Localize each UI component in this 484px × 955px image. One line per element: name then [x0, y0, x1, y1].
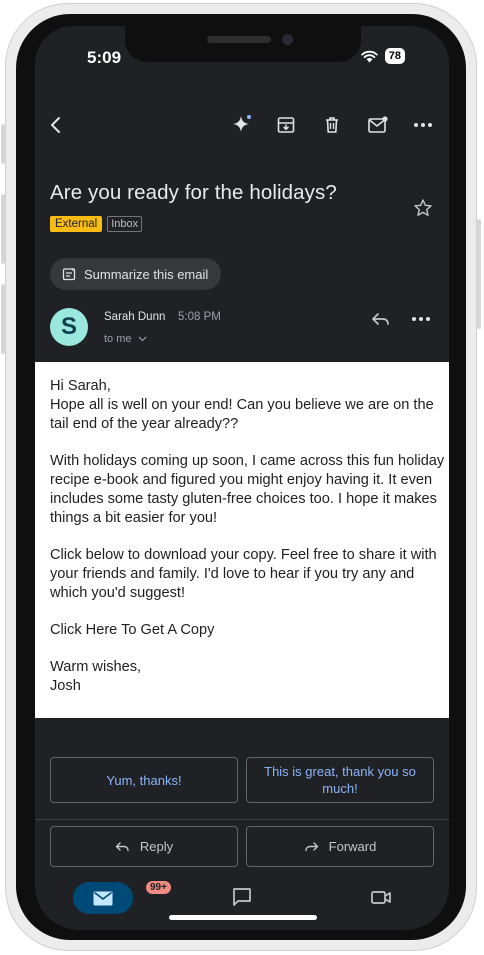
mute-switch	[1, 124, 5, 164]
reply-button[interactable]: Reply	[50, 826, 238, 867]
front-camera	[282, 34, 293, 45]
forward-button[interactable]: Forward	[246, 826, 434, 867]
sender-name[interactable]: Sarah Dunn	[104, 311, 165, 323]
avatar[interactable]: S	[50, 308, 88, 346]
unread-badge: 99+	[146, 881, 171, 894]
label-inbox[interactable]: Inbox	[107, 216, 143, 232]
more-horizontal-icon[interactable]	[410, 112, 436, 138]
email-labels: External Inbox	[50, 216, 143, 232]
volume-up-button	[1, 194, 5, 264]
summarize-icon	[62, 267, 76, 281]
chat-icon[interactable]	[231, 886, 253, 913]
label-external: External	[50, 216, 103, 232]
recipient-label: to me	[104, 333, 132, 345]
mail-icon	[93, 891, 113, 905]
body-paragraph: Click below to download your copy. Feel …	[50, 547, 437, 601]
summarize-email-button[interactable]: Summarize this email	[50, 258, 222, 290]
battery-indicator: 78	[384, 48, 405, 64]
reply-icon[interactable]	[371, 311, 391, 332]
sent-time: 5:08 PM	[178, 311, 221, 323]
sparkle-icon[interactable]	[229, 112, 255, 138]
smart-reply-button[interactable]: Yum, thanks!	[50, 757, 238, 803]
reply-arrow-icon	[115, 841, 129, 851]
mail-unread-icon[interactable]	[365, 112, 391, 138]
email-body-text: Hi Sarah, Hope all is well on your end! …	[50, 377, 445, 696]
email-screen: 5:09 78 Are you ready for the holidays? …	[35, 26, 449, 930]
body-paragraph: Hope all is well on your end! Can you be…	[50, 397, 434, 432]
body-greeting: Hi Sarah,	[50, 378, 111, 394]
chevron-down-icon	[138, 336, 147, 342]
archive-icon[interactable]	[273, 112, 299, 138]
summarize-label: Summarize this email	[84, 266, 209, 282]
recipient-toggle[interactable]: to me	[104, 333, 147, 345]
notch	[125, 26, 361, 62]
trash-icon[interactable]	[319, 112, 345, 138]
email-body: Hi Sarah, Hope all is well on your end! …	[35, 362, 449, 718]
download-link[interactable]: Click Here To Get A Copy	[50, 621, 445, 640]
more-options-icon[interactable]	[411, 311, 431, 332]
body-closing: Warm wishes,	[50, 659, 142, 675]
forward-arrow-icon	[304, 841, 318, 851]
home-indicator[interactable]	[169, 915, 317, 920]
arrow-left-icon[interactable]	[43, 112, 69, 138]
star-icon[interactable]	[413, 198, 433, 223]
body-paragraph: With holidays coming up soon, I came acr…	[50, 453, 445, 526]
smart-reply-button[interactable]: This is great, thank you so much!	[246, 757, 434, 803]
reply-label: Reply	[139, 839, 174, 854]
status-time: 5:09	[87, 48, 122, 67]
wifi-icon	[361, 50, 378, 62]
status-icons: 78	[361, 48, 405, 64]
email-toolbar	[35, 112, 449, 142]
video-meet-icon[interactable]	[370, 886, 392, 913]
divider	[35, 819, 449, 820]
email-subject: Are you ready for the holidays?	[50, 181, 337, 204]
body-signature: Josh	[50, 678, 81, 694]
forward-label: Forward	[328, 839, 377, 854]
bottom-navigation: 99+	[35, 881, 449, 916]
volume-down-button	[1, 284, 5, 354]
nav-mail-tab[interactable]: 99+	[73, 881, 171, 914]
speaker	[207, 36, 271, 43]
power-button	[477, 219, 481, 329]
